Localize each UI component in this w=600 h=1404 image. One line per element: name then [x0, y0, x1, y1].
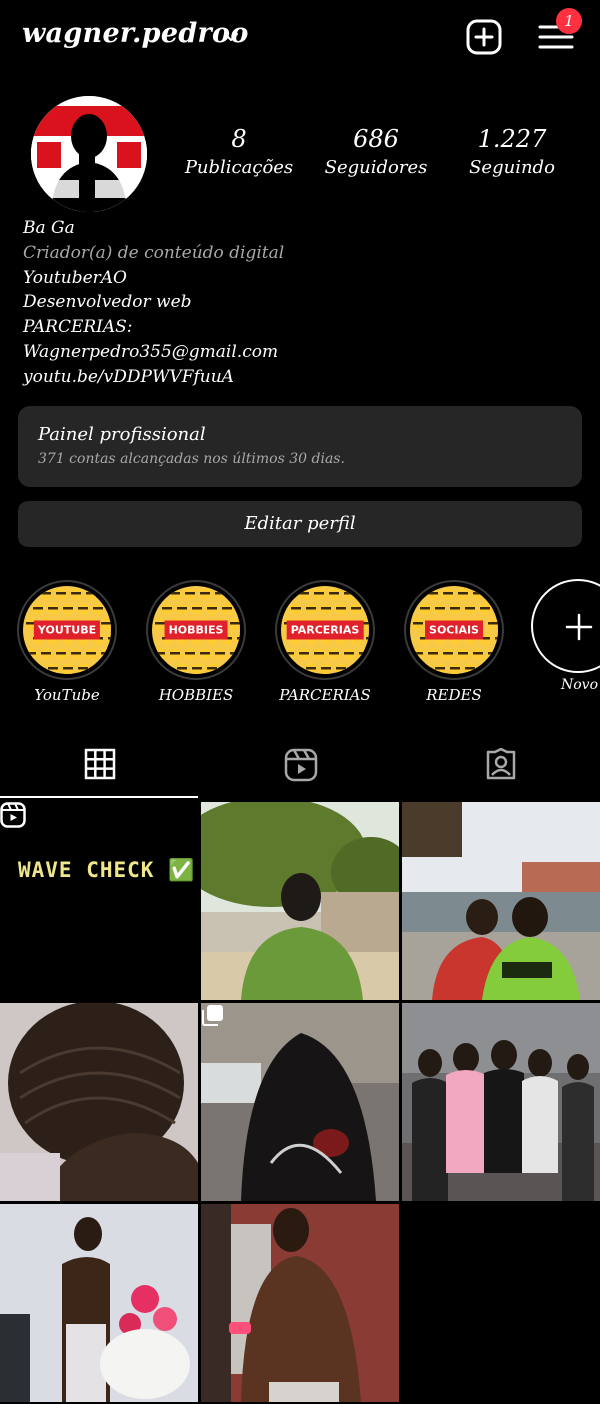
username[interactable]: wagner.pedroo: [22, 18, 249, 49]
bio-line: PARCERIAS:: [23, 317, 133, 338]
profile-name: Ba Ga: [23, 218, 75, 238]
highlight-parcerias[interactable]: PARCERIAS PARCERIAS: [275, 580, 375, 704]
active-tab-indicator: [0, 796, 198, 798]
followers-count: 686: [353, 125, 399, 153]
bio-link[interactable]: youtu.be/vDDPWVFfuuA: [23, 365, 284, 390]
following-count: 1.227: [477, 125, 547, 153]
following-label: Seguindo: [469, 157, 555, 178]
plus-icon: [565, 613, 593, 641]
post-thumbnail[interactable]: [201, 802, 399, 1000]
post-image: [0, 1204, 198, 1402]
highlight-label: Novo: [561, 677, 599, 693]
post-image: [402, 802, 600, 1000]
profile-category: Criador(a) de conteúdo digital: [23, 242, 285, 263]
reel-icon: [0, 802, 26, 828]
highlight-tag: HOBBIES: [164, 620, 228, 640]
highlight-redes[interactable]: SOCIAIS REDES: [404, 580, 504, 704]
edit-profile-button[interactable]: Editar perfil: [18, 501, 582, 547]
highlight-cover: YOUTUBE: [23, 586, 111, 674]
post-thumbnail[interactable]: [402, 802, 600, 1000]
highlight-cover: HOBBIES: [152, 586, 240, 674]
top-bar: wagner.pedroo 1: [0, 0, 600, 80]
new-highlight-button[interactable]: Novo: [531, 579, 600, 693]
highlight-label: REDES: [426, 686, 482, 704]
tab-reels[interactable]: [200, 738, 400, 800]
highlight-ring: SOCIAIS: [404, 580, 504, 680]
highlight-label: PARCERIAS: [279, 686, 371, 704]
post-thumbnail[interactable]: [0, 1204, 198, 1402]
avatar-image: [31, 96, 147, 212]
highlight-tag: SOCIAIS: [425, 620, 483, 640]
followers-stat[interactable]: 686 Seguidores: [311, 124, 441, 182]
post-thumbnail[interactable]: WAVE CHECK ✅: [0, 802, 198, 1000]
posts-label: Publicações: [184, 157, 294, 178]
highlight-ring: YOUTUBE: [17, 580, 117, 680]
reels-icon: [284, 748, 318, 782]
profile-tabs: [0, 738, 600, 800]
post-thumbnail[interactable]: [201, 1204, 399, 1402]
post-thumbnail[interactable]: [0, 1003, 198, 1201]
tab-tagged[interactable]: [400, 738, 600, 800]
avatar[interactable]: [31, 96, 147, 212]
dashboard-subtitle: 371 contas alcançadas nos últimos 30 dia…: [38, 451, 345, 467]
highlight-ring: HOBBIES: [146, 580, 246, 680]
notification-badge: 1: [556, 8, 582, 34]
tagged-icon: [486, 748, 516, 780]
post-image: [0, 1003, 198, 1201]
followers-label: Seguidores: [324, 157, 428, 178]
grid-icon: [84, 748, 116, 780]
carousel-icon: [202, 1005, 223, 1026]
highlight-hobbies[interactable]: HOBBIES HOBBIES: [146, 580, 246, 704]
chevron-down-icon[interactable]: [222, 28, 240, 46]
highlight-youtube[interactable]: YOUTUBE YouTube: [17, 580, 117, 704]
dashboard-title: Painel profissional: [38, 424, 206, 445]
post-caption: WAVE CHECK ✅: [18, 858, 196, 882]
posts-stat[interactable]: 8 Publicações: [174, 124, 304, 182]
highlight-cover: PARCERIAS: [281, 586, 369, 674]
post-image: [201, 1003, 399, 1201]
bio-line: YoutuberAO: [23, 267, 127, 288]
highlight-cover: SOCIAIS: [410, 586, 498, 674]
post-image: [201, 802, 399, 1000]
post-image: [201, 1204, 399, 1402]
tab-grid[interactable]: [0, 738, 200, 800]
bio-email: Wagnerpedro355@gmail.com: [23, 341, 279, 362]
highlight-ring: PARCERIAS: [275, 580, 375, 680]
posts-count: 8: [231, 125, 247, 153]
plus-square-icon[interactable]: [466, 19, 502, 55]
highlight-label: YouTube: [34, 686, 100, 704]
bio: Ba Ga Criador(a) de conteúdo digital You…: [23, 216, 284, 390]
following-stat[interactable]: 1.227 Seguindo: [447, 124, 577, 182]
bio-line: Desenvolvedor web: [23, 292, 192, 313]
highlight-tag: YOUTUBE: [33, 620, 101, 640]
post-thumbnail[interactable]: [201, 1003, 399, 1201]
new-highlight-ring: [531, 579, 600, 673]
post-thumbnail[interactable]: [402, 1003, 600, 1201]
highlight-label: HOBBIES: [158, 686, 234, 704]
highlight-tag: PARCERIAS: [286, 620, 364, 640]
professional-dashboard[interactable]: Painel profissional 371 contas alcançada…: [18, 406, 582, 487]
post-image: [402, 1003, 600, 1201]
